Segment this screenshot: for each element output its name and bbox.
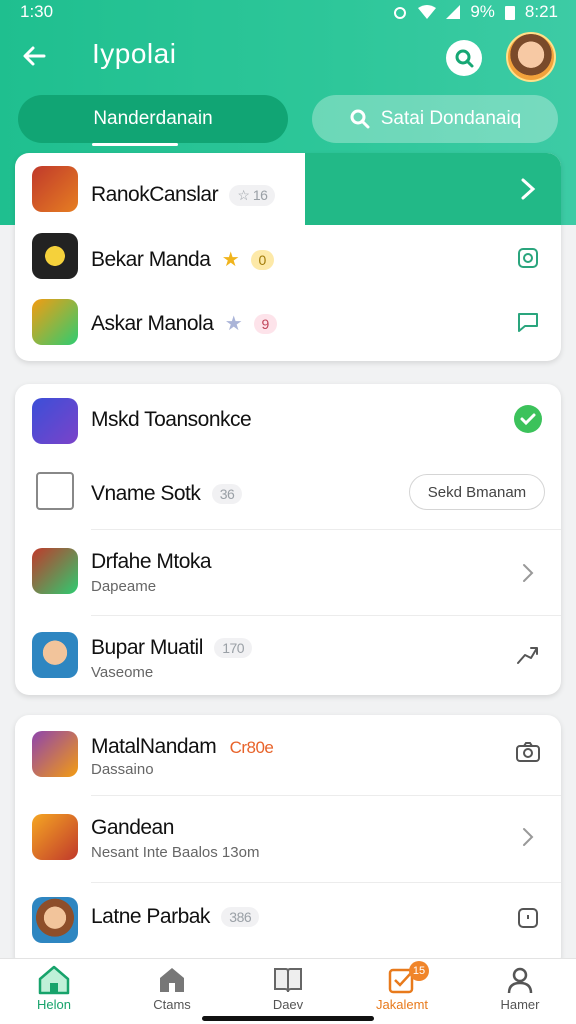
item-name: MatalNandam (91, 735, 217, 758)
item-subtitle: Vaseome (91, 664, 154, 681)
page-title: Iypolai (92, 38, 177, 69)
rating-value: 16 (252, 186, 268, 203)
action-button[interactable]: Sekd Bmanam (409, 474, 545, 510)
item-name: Latne Parbak (91, 905, 210, 928)
list-item[interactable]: Bupar Muatil 170 Vaseome (15, 616, 561, 694)
share-icon[interactable] (513, 640, 543, 670)
item-name: Askar Manola (91, 312, 214, 335)
item-name: Drfahe Mtoka (91, 550, 212, 573)
battery-percent: 9% (470, 2, 495, 21)
rating-pill: 0 (250, 250, 274, 271)
camera-icon[interactable] (513, 737, 543, 767)
tab-inactive-label: Satai Dondanaiq (380, 108, 522, 129)
status-bar: 1:30 9% 8:21 (0, 0, 576, 24)
notification-badge: 15 (409, 961, 429, 981)
nav-label: Ctams (153, 997, 191, 1012)
star-icon: ★ (221, 249, 240, 271)
tab-inactive[interactable]: Satai Dondanaiq (312, 95, 558, 143)
app-icon (32, 548, 78, 594)
status-time: 1:30 (20, 2, 54, 21)
nav-games[interactable]: Ctams (127, 965, 217, 1012)
search-icon (350, 109, 370, 129)
document-icon (36, 472, 74, 510)
item-name: RanokCanslar (91, 183, 219, 206)
status-badge: Cr80e (229, 738, 274, 757)
list-item[interactable]: Bekar Manda ★ 0 (15, 225, 561, 289)
nav-label: Daev (272, 997, 304, 1012)
app-icon (32, 166, 78, 212)
tab-underline (92, 143, 178, 146)
book-icon (274, 968, 302, 993)
chevron-right-icon[interactable] (513, 558, 543, 588)
status-icons: 9% 8:21 (392, 2, 558, 22)
nav-label: Helon (37, 997, 71, 1012)
count-pill: 170 (214, 638, 253, 659)
back-button[interactable] (16, 38, 52, 74)
comment-icon[interactable] (513, 903, 543, 933)
count-pill: 386 (221, 907, 260, 928)
nav-profile[interactable]: Hamer (475, 965, 565, 1012)
tab-active-label: Nanderdanain (93, 108, 213, 129)
list-item[interactable]: MatalNandam Cr80e Dassaino (15, 715, 561, 795)
list-item[interactable]: Drfahe Mtoka Dapeame (15, 530, 561, 614)
home-icon (38, 965, 70, 995)
list-item[interactable]: Vname Sotk 36 Sekd Bmanam (15, 456, 561, 528)
nav-label: Hamer (500, 997, 540, 1012)
user-icon (507, 967, 533, 994)
rating-pill: 9 (253, 314, 277, 335)
star-icon: ★ (224, 313, 243, 335)
house-icon (160, 968, 184, 992)
rating-pill: ☆ 16 (229, 184, 276, 206)
item-subtitle: Dapeame (91, 578, 157, 595)
home-indicator (202, 1016, 374, 1021)
nav-book[interactable]: Daev (243, 965, 333, 1012)
bottom-nav: Helon Ctams Daev 15 Jakalemt Hamer (0, 958, 576, 1024)
list-card-bottom: MatalNandam Cr80e Dassaino Gandean Nesan… (15, 715, 561, 970)
camera-icon[interactable] (513, 243, 543, 273)
nav-home[interactable]: Helon (9, 965, 99, 1012)
list-card-middle: Mskd Toansonkce Vname Sotk 36 Sekd Bmana… (15, 384, 561, 695)
signal-icon (446, 5, 461, 19)
list-item[interactable]: RanokCanslar ☆ 16 (15, 153, 561, 225)
chevron-right-icon[interactable] (513, 822, 543, 852)
app-icon (32, 632, 78, 678)
list-item[interactable]: Askar Manola ★ 9 (15, 289, 561, 353)
list-item[interactable]: Latne Parbak 386 (15, 883, 561, 969)
status-clock-right: 8:21 (524, 2, 558, 21)
app-icon (32, 233, 78, 279)
alarm-icon (394, 7, 407, 19)
item-subtitle: Dassaino (91, 761, 154, 778)
app-icon (32, 398, 78, 444)
item-name: Mskd Toansonkce (91, 408, 252, 431)
check-circle-icon[interactable] (513, 404, 543, 434)
list-item[interactable]: Mskd Toansonkce (15, 384, 561, 456)
item-name: Gandean (91, 816, 174, 839)
app-icon (32, 731, 78, 777)
nav-tasks[interactable]: 15 Jakalemt (357, 961, 447, 1012)
avatar[interactable] (506, 32, 556, 82)
app-icon (32, 814, 78, 860)
app-icon (32, 299, 78, 345)
wifi-icon (418, 5, 437, 19)
chevron-right-icon[interactable] (513, 174, 543, 204)
chat-icon[interactable] (513, 307, 543, 337)
count-pill: 36 (211, 484, 243, 505)
app-icon (32, 897, 78, 943)
item-name: Vname Sotk (91, 482, 201, 505)
search-icon (455, 49, 474, 68)
arrow-left-icon (23, 46, 46, 66)
nav-label: Jakalemt (375, 997, 429, 1012)
item-name: Bekar Manda (91, 248, 211, 271)
list-item[interactable]: Gandean Nesant Inte Baalos 13om (15, 796, 561, 882)
search-button[interactable] (446, 40, 482, 76)
item-subtitle: Nesant Inte Baalos 13om (91, 844, 260, 861)
list-card-top: RanokCanslar ☆ 16 Bekar Manda ★ 0 Askar … (15, 153, 561, 361)
item-name: Bupar Muatil (91, 636, 203, 659)
tab-active[interactable]: Nanderdanain (18, 95, 288, 143)
battery-icon (504, 6, 515, 20)
